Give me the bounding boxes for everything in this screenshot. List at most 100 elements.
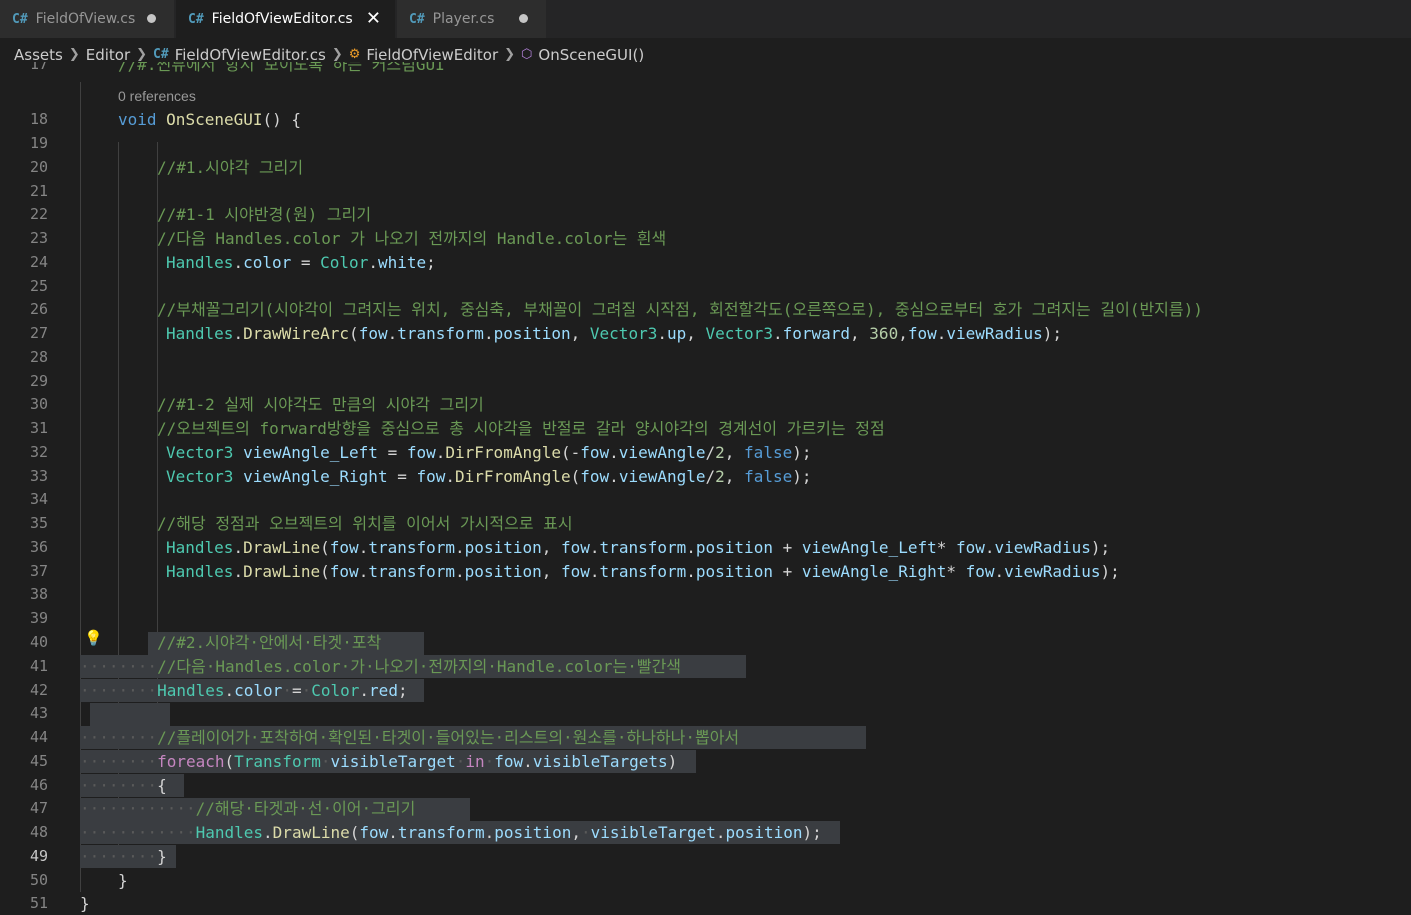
code-text: ········foreach(Transform·visibleTarget·… xyxy=(80,752,678,771)
line-number: 26 xyxy=(29,300,48,318)
code-text: Vector3 viewAngle_Right = fow.DirFromAng… xyxy=(166,467,812,486)
code-line: 29 xyxy=(0,370,1411,394)
breadcrumb-item-file[interactable]: FieldOfViewEditor.cs xyxy=(175,46,326,64)
tab-bar: C# FieldOfView.cs C# FieldOfViewEditor.c… xyxy=(0,0,1411,38)
class-icon: ⚙ xyxy=(348,47,361,62)
code-text: Handles.color = Color.white; xyxy=(166,253,436,272)
line-number: 47 xyxy=(29,799,48,817)
chevron-right-icon: ❯ xyxy=(504,47,516,62)
code-text: void OnSceneGUI() { xyxy=(118,110,302,129)
code-text: ············//해당·타겟과·선·이어·그리기 xyxy=(80,799,416,818)
line-number: 31 xyxy=(29,419,48,437)
code-text: ········Handles.color·=·Color.red; xyxy=(80,681,408,700)
tab-label: FieldOfViewEditor.cs xyxy=(211,11,353,27)
line-number: 19 xyxy=(29,134,48,152)
code-line: 51 } xyxy=(0,892,1411,915)
line-number: 29 xyxy=(29,372,48,390)
code-text: ········//플레이어가·포착하여·확인된·타겟이·들어있는·리스트의·원… xyxy=(80,728,740,747)
line-number: 34 xyxy=(29,490,48,508)
line-number: 24 xyxy=(29,253,48,271)
line-number: 44 xyxy=(29,728,48,746)
code-line: 17 //#.씬뷰에서 항시 보이도록 하는 커스텀GUI xyxy=(0,62,1411,77)
chevron-right-icon: ❯ xyxy=(331,47,343,62)
code-line: 50 } xyxy=(0,869,1411,893)
code-text: //해당 정점과 오브젝트의 위치를 이어서 가시적으로 표시 xyxy=(157,514,573,533)
code-text: //#.씬뷰에서 항시 보이도록 하는 커스텀GUI xyxy=(118,62,445,74)
chevron-right-icon: ❯ xyxy=(68,47,80,62)
line-number: 40 xyxy=(29,633,48,651)
line-number: 42 xyxy=(29,681,48,699)
code-line: 23 //다음 Handles.color 가 나오기 전까지의 Handle.… xyxy=(0,227,1411,251)
code-text: Handles.DrawLine(fow.transform.position,… xyxy=(166,538,1111,557)
code-line: 49 ········} xyxy=(0,845,1411,869)
code-line: 44 ········//플레이어가·포착하여·확인된·타겟이·들어있는·리스트… xyxy=(0,726,1411,750)
csharp-file-icon: C# xyxy=(12,11,28,27)
tab-player[interactable]: C# Player.cs xyxy=(397,0,547,38)
code-text: ········{ xyxy=(80,776,167,795)
line-number: 45 xyxy=(29,752,48,770)
close-icon[interactable]: ✕ xyxy=(366,8,381,29)
code-line: 34 xyxy=(0,488,1411,512)
chevron-right-icon: ❯ xyxy=(136,47,148,62)
code-line: 43 xyxy=(0,702,1411,726)
code-line: 38 xyxy=(0,583,1411,607)
code-line: 46 ········{ xyxy=(0,774,1411,798)
code-line: 47 ············//해당·타겟과·선·이어·그리기 xyxy=(0,797,1411,821)
line-number: 35 xyxy=(29,514,48,532)
code-line: 22 //#1-1 시야반경(원) 그리기 xyxy=(0,203,1411,227)
tab-fieldofvieweditor[interactable]: C# FieldOfViewEditor.cs ✕ xyxy=(176,0,396,38)
code-line: 36 Handles.DrawLine(fow.transform.positi… xyxy=(0,536,1411,560)
code-line: 40 //#2.시야각·안에서·타겟·포착 xyxy=(0,631,1411,655)
line-number: 18 xyxy=(29,110,48,128)
codelens-line: 0 references xyxy=(0,85,1411,109)
code-line: 24 Handles.color = Color.white; xyxy=(0,251,1411,275)
line-number: 43 xyxy=(29,704,48,722)
code-line: 21 xyxy=(0,180,1411,204)
breadcrumb-item-assets[interactable]: Assets xyxy=(14,46,63,64)
code-line: 48 ············Handles.DrawLine(fow.tran… xyxy=(0,821,1411,845)
breadcrumb-item-method[interactable]: OnSceneGUI() xyxy=(538,46,644,64)
line-number: 38 xyxy=(29,585,48,603)
code-line: 20 //#1.시야각 그리기 xyxy=(0,156,1411,180)
line-number: 22 xyxy=(29,205,48,223)
code-line: 32 Vector3 viewAngle_Left = fow.DirFromA… xyxy=(0,441,1411,465)
tab-label: FieldOfView.cs xyxy=(35,11,136,27)
code-line: 45 ········foreach(Transform·visibleTarg… xyxy=(0,750,1411,774)
line-number: 32 xyxy=(29,443,48,461)
code-editor[interactable]: 💡 17 //#.씬뷰에서 항시 보이도록 하는 커스텀GUI 0 refere… xyxy=(0,62,1411,915)
line-number: 30 xyxy=(29,395,48,413)
code-text: //#1-1 시야반경(원) 그리기 xyxy=(157,205,372,224)
code-text: //#1-2 실제 시야각도 만큼의 시야각 그리기 xyxy=(157,395,484,414)
code-text: //오브젝트의 forward방향을 중심으로 총 시야각을 반절로 갈라 양시… xyxy=(157,419,885,438)
code-text: //#2.시야각·안에서·타겟·포착 xyxy=(157,633,382,652)
code-line: 18 void OnSceneGUI() { xyxy=(0,108,1411,132)
code-text: //부채꼴그리기(시야각이 그려지는 위치, 중심축, 부채꼴이 그려질 시작점… xyxy=(157,300,1203,319)
code-text: } xyxy=(80,894,90,913)
line-number: 41 xyxy=(29,657,48,675)
code-line: 28 xyxy=(0,346,1411,370)
code-text: ········} xyxy=(80,847,167,866)
line-number: 49 xyxy=(29,847,48,865)
comment-text: //해당·타겟과·선·이어·그리기 xyxy=(195,799,416,818)
code-text: //#1.시야각 그리기 xyxy=(157,158,304,177)
line-number: 36 xyxy=(29,538,48,556)
unsaved-dot-icon[interactable] xyxy=(519,14,528,23)
tab-fieldofview[interactable]: C# FieldOfView.cs xyxy=(0,0,175,38)
code-line: 27 Handles.DrawWireArc(fow.transform.pos… xyxy=(0,322,1411,346)
csharp-file-icon: C# xyxy=(188,11,204,27)
line-number: 51 xyxy=(29,894,48,912)
line-number: 25 xyxy=(29,277,48,295)
comment-text: //다음·Handles.color·가·나오기·전까지의·Handle.col… xyxy=(157,657,682,676)
line-number: 17 xyxy=(29,62,48,73)
codelens-references[interactable]: 0 references xyxy=(118,85,196,109)
line-number: 21 xyxy=(29,182,48,200)
line-number: 28 xyxy=(29,348,48,366)
csharp-file-icon: C# xyxy=(409,11,425,27)
code-text: Handles.DrawLine(fow.transform.position,… xyxy=(166,562,1120,581)
breadcrumb-item-editor[interactable]: Editor xyxy=(86,46,130,64)
breadcrumb-item-class[interactable]: FieldOfViewEditor xyxy=(366,46,498,64)
code-text: ············Handles.DrawLine(fow.transfo… xyxy=(80,823,822,842)
unsaved-dot-icon[interactable] xyxy=(147,14,156,23)
code-line: 37 Handles.DrawLine(fow.transform.positi… xyxy=(0,560,1411,584)
code-line: 42 ········Handles.color·=·Color.red; xyxy=(0,679,1411,703)
